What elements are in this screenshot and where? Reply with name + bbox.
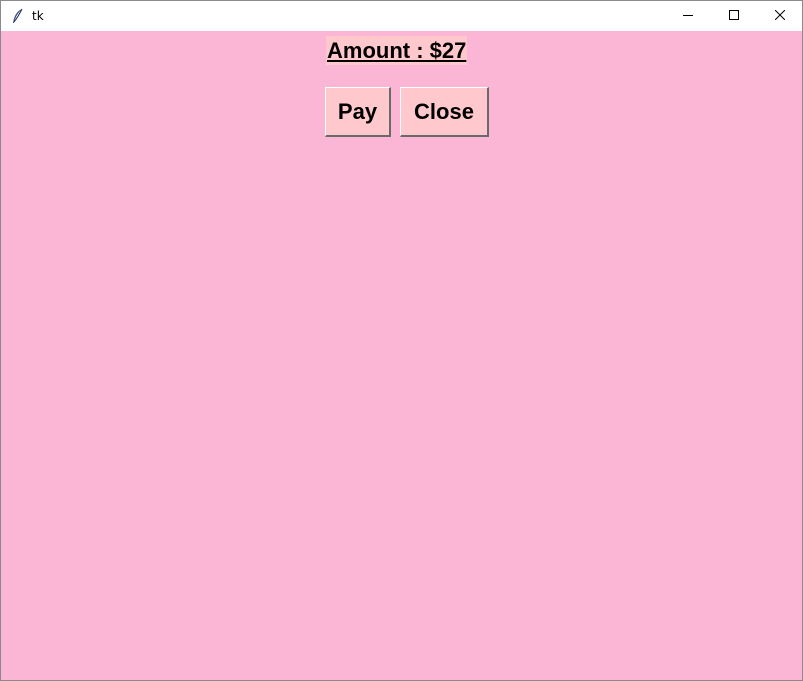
feather-icon [11,8,25,24]
main-content: Amount : $27 Pay Close [1,31,802,680]
app-window: tk Amount : $27 Pay Close [0,0,803,681]
minimize-icon [683,7,693,25]
amount-label: Amount : $27 [326,36,468,65]
pay-button[interactable]: Pay [325,87,391,137]
close-button[interactable]: Close [400,87,489,137]
title-bar[interactable]: tk [1,1,802,31]
close-icon [774,7,786,25]
minimize-button[interactable] [665,1,711,31]
maximize-button[interactable] [711,1,757,31]
window-title: tk [32,9,44,23]
close-window-button[interactable] [757,1,803,31]
maximize-icon [729,7,739,25]
